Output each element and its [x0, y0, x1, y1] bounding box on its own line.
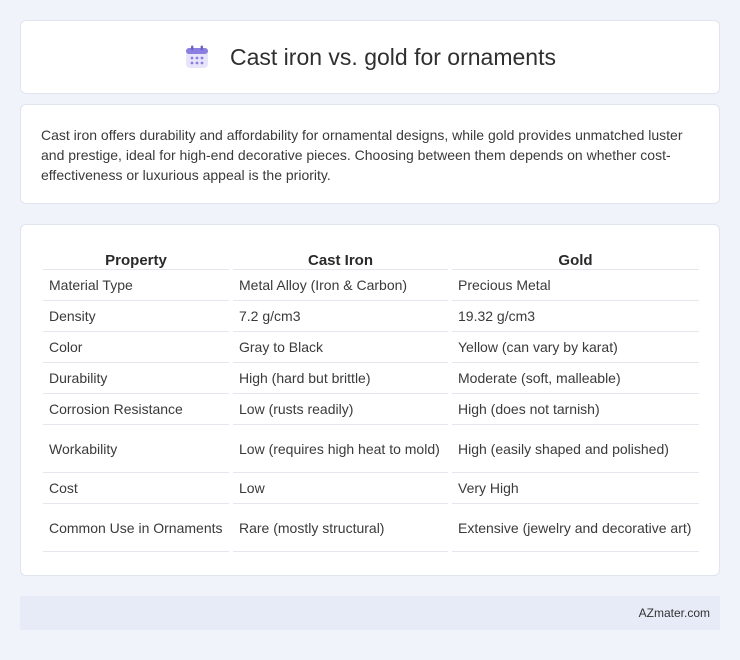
- table-row: Cost Low Very High: [43, 473, 699, 504]
- table-cell: Very High: [452, 473, 699, 504]
- footer-bar: AZmater.com: [20, 596, 720, 630]
- table-cell: 7.2 g/cm3: [233, 301, 448, 332]
- summary-card: Cast iron offers durability and affordab…: [20, 104, 720, 204]
- table-cell: Gray to Black: [233, 332, 448, 363]
- table-cell: High (hard but brittle): [233, 363, 448, 394]
- table-cell: Low (requires high heat to mold): [233, 425, 448, 473]
- table-cell: Low: [233, 473, 448, 504]
- table-cell: Low (rusts readily): [233, 394, 448, 425]
- table-cell: Yellow (can vary by karat): [452, 332, 699, 363]
- table-cell: Material Type: [43, 270, 229, 301]
- table-row: Workability Low (requires high heat to m…: [43, 425, 699, 473]
- table-cell: High (does not tarnish): [452, 394, 699, 425]
- table-cell: Metal Alloy (Iron & Carbon): [233, 270, 448, 301]
- page-title: Cast iron vs. gold for ornaments: [230, 43, 556, 70]
- table-cell: Durability: [43, 363, 229, 394]
- footer-site-name: AZmater.com: [638, 606, 710, 620]
- table-row: Corrosion Resistance Low (rusts readily)…: [43, 394, 699, 425]
- table-row: Durability High (hard but brittle) Moder…: [43, 363, 699, 394]
- header-gold: Gold: [452, 243, 699, 270]
- calendar-icon: [186, 45, 208, 68]
- summary-text: Cast iron offers durability and affordab…: [41, 127, 683, 183]
- table-cell: Density: [43, 301, 229, 332]
- table-header-row: Property Cast Iron Gold: [43, 243, 699, 270]
- comparison-table: Property Cast Iron Gold Material Type Me…: [39, 243, 703, 552]
- table-cell: Workability: [43, 425, 229, 473]
- header-cast-iron: Cast Iron: [233, 243, 448, 270]
- title-row: Cast iron vs. gold for ornaments: [184, 44, 556, 71]
- table-cell: Moderate (soft, malleable): [452, 363, 699, 394]
- header-property: Property: [43, 243, 229, 270]
- table-cell: Corrosion Resistance: [43, 394, 229, 425]
- table-cell: Rare (mostly structural): [233, 504, 448, 552]
- table-row: Common Use in Ornaments Rare (mostly str…: [43, 504, 699, 552]
- table-cell: Precious Metal: [452, 270, 699, 301]
- table-cell: Cost: [43, 473, 229, 504]
- table-cell: Extensive (jewelry and decorative art): [452, 504, 699, 552]
- table-cell: Common Use in Ornaments: [43, 504, 229, 552]
- comparison-card: Property Cast Iron Gold Material Type Me…: [20, 224, 720, 576]
- table-cell: Color: [43, 332, 229, 363]
- page: Cast iron vs. gold for ornaments Cast ir…: [0, 0, 740, 660]
- table-row: Density 7.2 g/cm3 19.32 g/cm3: [43, 301, 699, 332]
- table-cell: High (easily shaped and polished): [452, 425, 699, 473]
- table-row: Material Type Metal Alloy (Iron & Carbon…: [43, 270, 699, 301]
- header-card: Cast iron vs. gold for ornaments: [20, 20, 720, 94]
- table-cell: 19.32 g/cm3: [452, 301, 699, 332]
- table-row: Color Gray to Black Yellow (can vary by …: [43, 332, 699, 363]
